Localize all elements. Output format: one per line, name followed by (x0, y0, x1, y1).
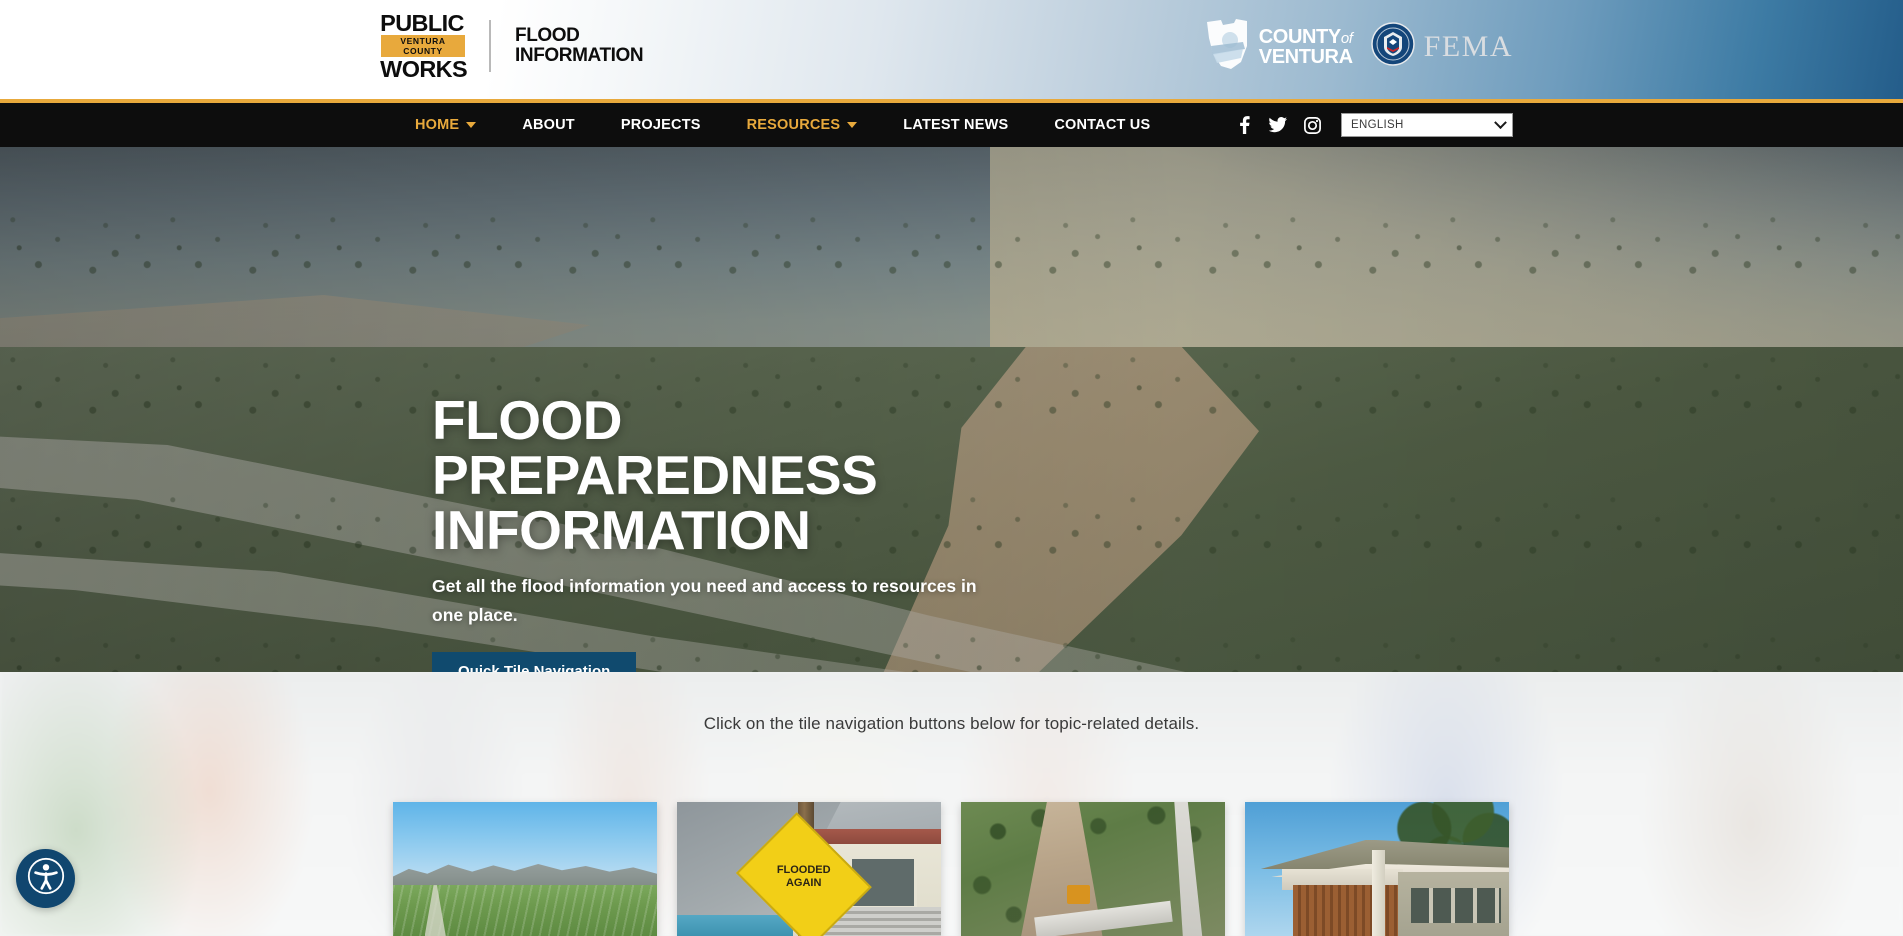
fema-wordmark: FEMA (1423, 29, 1513, 63)
nav-utility-area: ENGLISH (1227, 103, 1513, 147)
facebook-icon[interactable] (1227, 103, 1261, 147)
nav-item-home[interactable]: HOME (392, 103, 499, 147)
nav-item-about[interactable]: ABOUT (499, 103, 598, 147)
flood-information-line2: INFORMATION (515, 45, 644, 66)
flooded-again-sign-text: FLOODED AGAIN (756, 864, 851, 904)
tile-navigation-row: FLOODED AGAIN (393, 802, 1509, 936)
nav-item-resources-label: RESOURCES (746, 117, 841, 133)
tile-channel-construction-image (961, 802, 1225, 936)
header-branding-right: COUNTYof VENTURA FEMA (1203, 16, 1513, 77)
main-navigation: HOME ABOUT PROJECTS RESOURCES LATEST NEW… (0, 103, 1903, 147)
county-of-ventura-logo[interactable]: COUNTYof VENTURA (1203, 16, 1353, 77)
nav-links: HOME ABOUT PROJECTS RESOURCES LATEST NEW… (392, 103, 1173, 147)
hero-section: FLOOD PREPAREDNESS INFORMATION Get all t… (0, 147, 1903, 672)
nav-item-projects[interactable]: PROJECTS (598, 103, 724, 147)
tile-elevated-home[interactable] (1245, 802, 1509, 936)
hero-title-line2: PREPAREDNESS (432, 444, 878, 506)
flood-information-logo: FLOOD INFORMATION (515, 25, 644, 66)
header-branding-left[interactable]: PUBLIC VENTURA COUNTY WORKS FLOOD INFORM… (380, 10, 644, 82)
accessibility-widget-button[interactable] (16, 849, 75, 908)
chevron-down-icon (466, 122, 477, 128)
fema-logo[interactable]: FEMA (1370, 22, 1513, 71)
nav-item-contact-us[interactable]: CONTACT US (1031, 103, 1173, 147)
tile-flooded-again-sign[interactable]: FLOODED AGAIN (677, 802, 941, 936)
public-works-logo[interactable]: PUBLIC VENTURA COUNTY WORKS (380, 10, 468, 82)
header-divider (489, 20, 491, 72)
county-of-ventura-line2: VENTURA (1258, 45, 1353, 68)
public-works-line2: WORKS (380, 56, 468, 82)
county-of-ventura-line1: COUNTYof (1258, 25, 1353, 48)
hero-title-line3: INFORMATION (432, 499, 811, 561)
nav-item-projects-label: PROJECTS (620, 117, 701, 133)
chevron-down-icon (847, 122, 858, 128)
tile-valley-farmland-image (393, 802, 657, 936)
flooded-again-line2: AGAIN (785, 876, 822, 889)
tile-valley-farmland[interactable] (393, 802, 657, 936)
language-select-value: ENGLISH (1351, 119, 1404, 131)
tile-flooded-again-sign-image: FLOODED AGAIN (677, 802, 941, 936)
county-of-ventura-text: COUNTYof VENTURA (1259, 27, 1353, 67)
nav-item-latest-news[interactable]: LATEST NEWS (880, 103, 1031, 147)
chevron-down-icon (1494, 115, 1507, 129)
tile-elevated-home-image (1245, 802, 1509, 936)
quick-tile-navigation-button[interactable]: Quick Tile Navigation (432, 652, 637, 672)
tile-channel-construction[interactable] (961, 802, 1225, 936)
ventura-county-outline-icon (1203, 16, 1251, 77)
flood-information-line1: FLOOD (515, 25, 580, 46)
hero-subtitle: Get all the flood information you need a… (432, 576, 977, 625)
flooded-again-line1: FLOODED (776, 863, 831, 876)
nav-item-contact-us-label: CONTACT US (1054, 117, 1151, 133)
hero-content: FLOOD PREPAREDNESS INFORMATION Get all t… (432, 393, 1072, 672)
accessibility-icon (27, 857, 65, 900)
nav-item-about-label: ABOUT (522, 117, 575, 133)
twitter-icon[interactable] (1261, 103, 1295, 147)
dhs-seal-icon (1370, 22, 1415, 71)
nav-item-home-label: HOME (415, 117, 460, 133)
nav-item-resources[interactable]: RESOURCES (724, 103, 881, 147)
nav-item-latest-news-label: LATEST NEWS (903, 117, 1009, 133)
page-title: FLOOD PREPAREDNESS INFORMATION (432, 393, 1072, 558)
tile-section-caption: Click on the tile navigation buttons bel… (0, 714, 1903, 734)
instagram-icon[interactable] (1295, 103, 1329, 147)
public-works-line1: PUBLIC (380, 10, 464, 36)
tile-section-caption-text: Click on the tile navigation buttons bel… (703, 714, 1200, 733)
hero-title-line1: FLOOD (432, 389, 622, 451)
public-works-county-bar: VENTURA COUNTY (381, 35, 465, 57)
language-select[interactable]: ENGLISH (1341, 113, 1513, 137)
site-header: PUBLIC VENTURA COUNTY WORKS FLOOD INFORM… (0, 0, 1903, 103)
